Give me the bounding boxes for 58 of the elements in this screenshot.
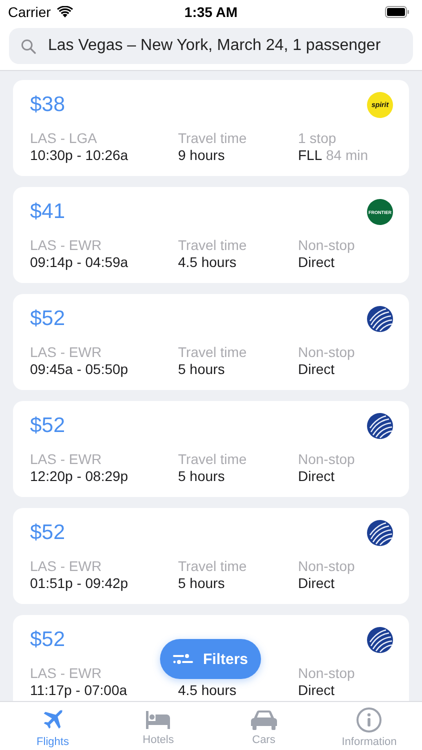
bed-icon: [145, 708, 172, 730]
travel-time-value: 5 hours: [178, 575, 226, 592]
flight-times: 09:14p - 04:59a: [30, 254, 130, 271]
travel-time-label: Travel time: [178, 237, 248, 254]
search-field[interactable]: Las Vegas – New York, March 24, 1 passenger: [9, 28, 413, 64]
route-label: LAS - EWR: [30, 558, 103, 575]
globe-logo-icon: [367, 413, 393, 439]
globe-logo-icon: [367, 520, 393, 546]
flight-card[interactable]: $52 LAS - EWR 01:51p - 09:42p Travel time 5 hours Non-stop Direct: [13, 508, 409, 604]
globe-logo-icon: [367, 306, 393, 332]
flight-price: $52: [30, 520, 66, 546]
sliders-icon: [172, 653, 193, 665]
travel-time-label: Travel time: [178, 451, 248, 468]
flight-times: 10:30p - 10:26a: [30, 147, 130, 164]
stops-label: Non-stop: [298, 237, 355, 254]
stops-value: Direct: [298, 682, 336, 699]
travel-time-value: 5 hours: [178, 468, 226, 485]
info-icon: [356, 706, 382, 732]
travel-time-value: 4.5 hours: [178, 682, 238, 699]
flight-price: $52: [30, 413, 66, 439]
stops-label: Non-stop: [298, 665, 355, 682]
travel-time-label: Travel time: [178, 558, 248, 575]
travel-time-value: 9 hours: [178, 147, 226, 164]
stops-value: FLL 84 min: [298, 147, 368, 164]
travel-time-value: 4.5 hours: [178, 254, 238, 271]
stops-value: Direct: [298, 468, 336, 485]
globe-logo-icon: [367, 627, 393, 653]
stops-value: Direct: [298, 575, 336, 592]
flight-times: 12:20p - 08:29p: [30, 468, 130, 485]
stops-value: Direct: [298, 254, 336, 271]
car-icon: [250, 708, 278, 730]
flight-price: $52: [30, 306, 66, 332]
flight-price: $38: [30, 92, 66, 118]
stops-label: Non-stop: [298, 558, 355, 575]
wifi-icon: [56, 6, 73, 18]
stops-label: Non-stop: [298, 451, 355, 468]
flight-price: $52: [30, 627, 66, 653]
status-time: 1:35 AM: [184, 4, 238, 20]
route-label: LAS - EWR: [30, 237, 103, 254]
route-label: LAS - LGA: [30, 130, 98, 147]
flight-times: 11:17p - 07:00a: [30, 682, 128, 699]
flight-card[interactable]: $52 LAS - EWR 09:45a - 05:50p Travel time 5 hours Non-stop Direct: [13, 294, 409, 390]
flight-card[interactable]: $52 LAS - EWR 12:20p - 08:29p Travel time 5 hours Non-stop Direct: [13, 401, 409, 497]
route-label: LAS - EWR: [30, 665, 103, 682]
route-label: LAS - EWR: [30, 344, 103, 361]
stops-label: Non-stop: [298, 344, 355, 361]
flight-times: 01:51p - 09:42p: [30, 575, 130, 592]
carrier-name: Carrier: [8, 4, 51, 20]
flight-price: $41: [30, 199, 66, 225]
travel-time-value: 5 hours: [178, 361, 226, 378]
travel-time-label: Travel time: [178, 130, 248, 147]
search-icon: [21, 38, 36, 54]
stops-label: 1 stop: [298, 130, 338, 147]
battery-icon: [385, 6, 410, 18]
flight-times: 09:45a - 05:50p: [30, 361, 130, 378]
travel-time-label: Travel time: [178, 344, 248, 361]
stops-value: Direct: [298, 361, 336, 378]
route-label: LAS - EWR: [30, 451, 103, 468]
